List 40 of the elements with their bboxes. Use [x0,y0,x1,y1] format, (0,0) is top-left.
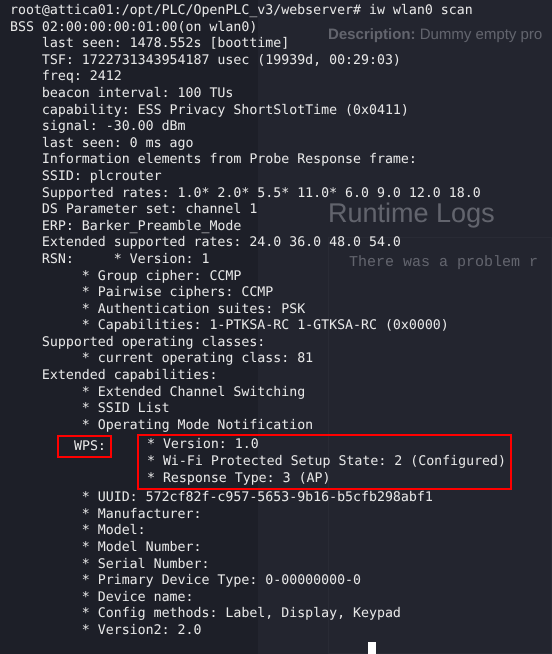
terminal-line: * Response Type: 3 (AP) [147,470,330,488]
terminal-line: * Device name: [80,590,194,606]
terminal-line: * current operating class: 81 [80,351,314,368]
terminal-line: * Group cipher: CCMP [80,268,242,286]
terminal-line: * Operating Mode Notification [80,418,314,434]
terminal-line: BSS 02:00:00:00:01:00(on wlan0) [10,20,258,36]
terminal-line: * Model Number: [80,540,202,557]
terminal-line: * Pairwise ciphers: CCMP [80,285,274,302]
terminal-line: * Authentication suites: PSK [80,302,306,318]
terminal-line: RSN: * Version: 1 [40,252,210,268]
terminal-line: * Manufacturer: [80,506,202,524]
terminal-line: * Version: 1.0 [147,437,259,454]
terminal-line: last seen: 1478.552s [boottime] [40,36,290,53]
terminal-line: * Primary Device Type: 0-00000000-0 [80,573,362,590]
terminal-line: * Config methods: Label, Display, Keypad [80,606,401,623]
terminal-line: last seen: 0 ms ago [40,136,194,152]
terminal-line: * Model: [80,523,146,540]
terminal-line: * Extended Channel Switching [80,384,306,402]
terminal-line: beacon interval: 100 TUs [40,86,234,103]
terminal-line: Information elements from Probe Response frame: [40,152,417,169]
terminal-line: Extended capabilities: [40,368,218,385]
terminal-line: root@attica01:/opt/PLC/OpenPLC_v3/webserver# iw wlan0 scan [10,3,473,20]
terminal-line: freq: 2412 [40,69,122,86]
terminal-line: signal: -30.00 dBm [40,119,186,136]
terminal-line: * SSID List [80,401,170,418]
terminal-line: SSID: plcrouter [40,168,162,186]
terminal-line: DS Parameter set: channel 1 [40,202,258,219]
terminal-line: * Wi-Fi Protected Setup State: 2 (Configured) [147,454,506,471]
description-text: Description: Dummy empty pro [328,25,542,45]
wps-label: WPS: [57,435,112,458]
terminal-line: * UUID: 572cf82f-c957-5653-9b16-b5cfb298abf1 [80,490,433,507]
terminal-line: Supported operating classes: [40,334,266,352]
terminal-line: Extended supported rates: 24.0 36.0 48.0 54.0 [40,235,401,252]
terminal-line: ERP: Barker_Preamble_Mode [40,218,242,236]
terminal-line: * Version2: 2.0 [80,622,202,640]
terminal-line: * Serial Number: [80,556,210,574]
log-text: There was a problem r [349,252,538,272]
terminal-line: capability: ESS Privacy ShortSlotTime (0x0411) [40,102,409,120]
terminal-line: * Capabilities: 1-PTKSA-RC 1-GTKSA-RC (0x0000) [80,318,449,335]
terminal-line: TSF: 1722731343954187 usec (19939d, 00:29:03) [40,52,401,70]
